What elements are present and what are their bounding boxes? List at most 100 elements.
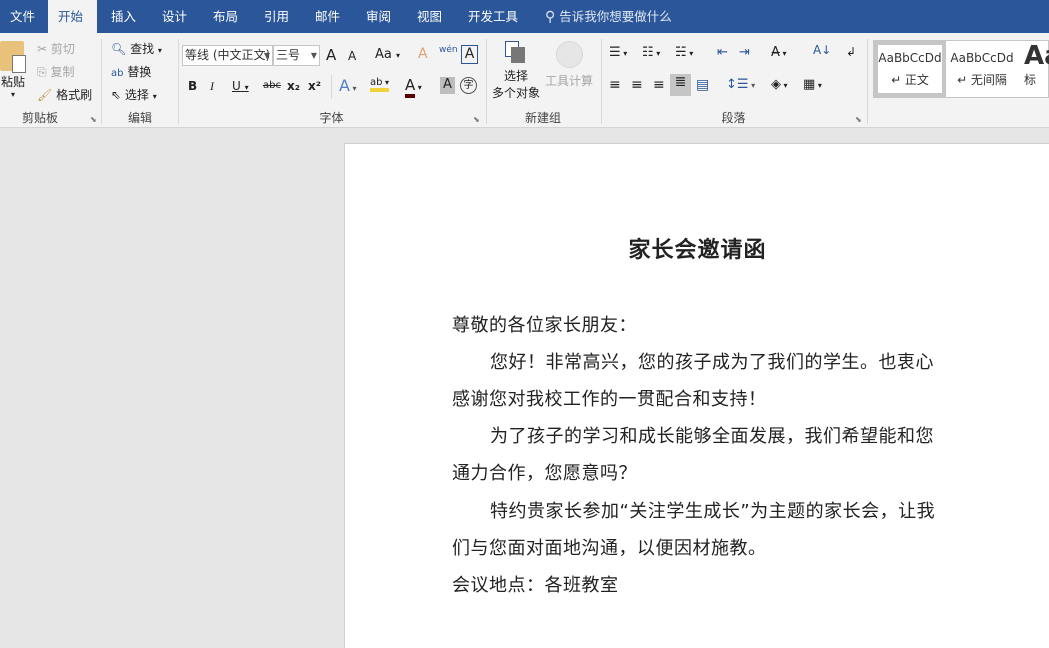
multilevel-list-button[interactable]: ☵ ▾ <box>675 45 693 60</box>
enclose-characters-button[interactable]: 字 <box>460 77 477 94</box>
style-preview: AaBbCcDd <box>878 51 942 65</box>
change-case-button[interactable]: Aa ▾ <box>375 47 400 62</box>
font-size-select[interactable]: 三号▼ <box>273 45 320 66</box>
style-preview: AaBbCcDd <box>946 51 1018 65</box>
superscript-button[interactable]: x² <box>308 79 321 93</box>
style-name: ↵ 无间隔 <box>946 71 1018 88</box>
change-case-label: Aa <box>375 47 392 62</box>
justify-button[interactable]: ≣ <box>670 74 691 96</box>
bold-button[interactable]: B <box>188 79 197 93</box>
text-effects-icon: A <box>339 76 350 95</box>
select-multiple-objects-button[interactable]: 选择 多个对象 <box>490 39 542 101</box>
character-shading-button[interactable]: A <box>440 77 455 94</box>
align-right-button[interactable]: ≡ <box>653 77 665 93</box>
clear-formatting-button[interactable]: A <box>418 46 428 62</box>
doc-line: 们与您面对面地沟通，以便因材施教。 <box>452 534 767 560</box>
find-button[interactable]: 🔍︎ 查找 ▾ <box>111 40 162 57</box>
style-name: 标 <box>1024 71 1049 88</box>
select-multi-label-2: 多个对象 <box>490 84 542 101</box>
doc-line: 您好！非常高兴，您的孩子成为了我们的学生。也衷心 <box>490 348 934 374</box>
group-label-paragraph: 段落 <box>601 109 866 126</box>
sort-button[interactable]: A↓ <box>813 43 831 57</box>
text-effects-button[interactable]: A ▾ <box>339 76 357 95</box>
style-preview: Aa <box>1024 41 1049 71</box>
italic-button[interactable]: I <box>210 79 214 94</box>
align-center-button[interactable]: ≡ <box>631 77 643 93</box>
tab-review[interactable]: 审阅 <box>356 0 401 33</box>
tab-design[interactable]: 设计 <box>152 0 197 33</box>
chevron-down-icon: ▼ <box>264 46 270 65</box>
show-marks-button[interactable]: ↲ <box>846 45 856 59</box>
select-button[interactable]: ⇖ 选择 ▾ <box>111 86 157 103</box>
tab-view[interactable]: 视图 <box>407 0 452 33</box>
asian-layout-button[interactable]: A̶ ▾ <box>771 45 786 60</box>
phonetic-guide-button[interactable]: wén <box>439 45 458 55</box>
magnifier-icon: 🔍︎ <box>111 42 126 56</box>
shading-button[interactable]: ◈ ▾ <box>771 77 788 92</box>
tool-calc-label: 工具计算 <box>544 72 594 89</box>
sort-icon: A↓ <box>813 43 831 57</box>
bullet-list-icon: ☰ <box>609 45 621 60</box>
cursor-icon: ⇖ <box>111 88 121 102</box>
doc-line: 尊敬的各位家长朋友： <box>452 311 637 337</box>
tool-calc-button[interactable]: 工具计算 <box>544 41 594 89</box>
group-label-clipboard: 剪贴板 <box>0 109 80 126</box>
multilevel-list-icon: ☵ <box>675 45 687 60</box>
underline-button[interactable]: U ▾ <box>232 79 249 93</box>
replace-label: 替换 <box>127 65 151 79</box>
doc-line: 为了孩子的学习和成长能够全面发展，我们希望能和您 <box>490 422 934 448</box>
distributed-button[interactable]: ▤ <box>696 77 709 93</box>
increase-indent-button[interactable]: ⇥ <box>739 45 750 60</box>
tab-mailings[interactable]: 邮件 <box>305 0 350 33</box>
find-label: 查找 <box>130 42 154 56</box>
copy-button[interactable]: ⎘ 复制 <box>37 63 74 80</box>
group-label-editing: 编辑 <box>101 109 179 126</box>
decrease-indent-button[interactable]: ⇤ <box>717 45 728 60</box>
font-name-select[interactable]: 等线 (中文正文)▼ <box>182 45 273 66</box>
paragraph-mark-icon: ↲ <box>846 45 856 59</box>
document-page[interactable]: 家长会邀请函 尊敬的各位家长朋友： 您好！非常高兴，您的孩子成为了我们的学生。也… <box>344 143 1049 648</box>
borders-button[interactable]: ▦ ▾ <box>803 77 822 92</box>
highlight-color-button[interactable]: ab ▾ <box>370 77 389 92</box>
tell-me-box[interactable]: ⚲ 告诉我你想要做什么 <box>535 0 682 33</box>
strikethrough-button[interactable]: abc <box>263 80 281 91</box>
shrink-font-button[interactable]: A <box>348 49 356 63</box>
subscript-button[interactable]: x₂ <box>287 79 300 93</box>
doc-line: 感谢您对我校工作的一贯配合和支持！ <box>452 385 767 411</box>
style-no-spacing[interactable]: AaBbCcDd ↵ 无间隔 <box>946 41 1018 97</box>
ribbon-tabs: 文件 开始 插入 设计 布局 引用 邮件 审阅 视图 开发工具 ⚲ 告诉我你想要… <box>0 0 1049 33</box>
underline-label: U <box>232 79 241 93</box>
bullets-button[interactable]: ☰ ▾ <box>609 45 627 60</box>
numbering-button[interactable]: ☷ ▾ <box>642 45 660 60</box>
style-heading[interactable]: Aa 标 <box>1024 41 1049 97</box>
tab-layout[interactable]: 布局 <box>203 0 248 33</box>
replace-button[interactable]: ab 替换 <box>111 63 151 80</box>
grow-font-button[interactable]: A <box>326 46 336 64</box>
copy-icon: ⎘ <box>37 65 47 79</box>
document-title: 家长会邀请函 <box>345 232 1049 264</box>
tab-developer[interactable]: 开发工具 <box>458 0 528 33</box>
doc-line: 会议地点：各班教室 <box>452 571 619 597</box>
character-border-button[interactable]: A <box>461 45 478 64</box>
justify-icon: ≣ <box>675 74 687 90</box>
tab-insert[interactable]: 插入 <box>101 0 146 33</box>
paste-label: 粘贴 <box>0 73 26 90</box>
dialog-launcher-icon[interactable]: ⬊ <box>855 115 862 124</box>
tab-home[interactable]: 开始 <box>48 0 97 33</box>
tab-references[interactable]: 引用 <box>254 0 299 33</box>
dialog-launcher-icon[interactable]: ⬊ <box>90 115 97 124</box>
align-right-icon: ≡ <box>653 77 665 93</box>
align-left-button[interactable]: ≡ <box>609 77 621 93</box>
style-normal[interactable]: AaBbCcDd ↵ 正文 <box>874 41 946 97</box>
line-spacing-button[interactable]: ↕☰ ▾ <box>726 77 755 92</box>
cut-button[interactable]: ✂ 剪切 <box>37 40 75 57</box>
paste-button[interactable]: 粘贴 ▾ <box>0 41 26 99</box>
tab-file[interactable]: 文件 <box>0 0 45 33</box>
font-name-value: 等线 (中文正文) <box>185 48 270 62</box>
font-color-button[interactable]: A ▾ <box>405 76 422 94</box>
search-icon: ⚲ <box>545 9 555 25</box>
format-painter-button[interactable]: 🖌 格式刷 <box>37 86 92 103</box>
select-multi-label-1: 选择 <box>490 67 542 84</box>
doc-line: 通力合作，您愿意吗？ <box>452 459 637 485</box>
dialog-launcher-icon[interactable]: ⬊ <box>473 115 480 124</box>
